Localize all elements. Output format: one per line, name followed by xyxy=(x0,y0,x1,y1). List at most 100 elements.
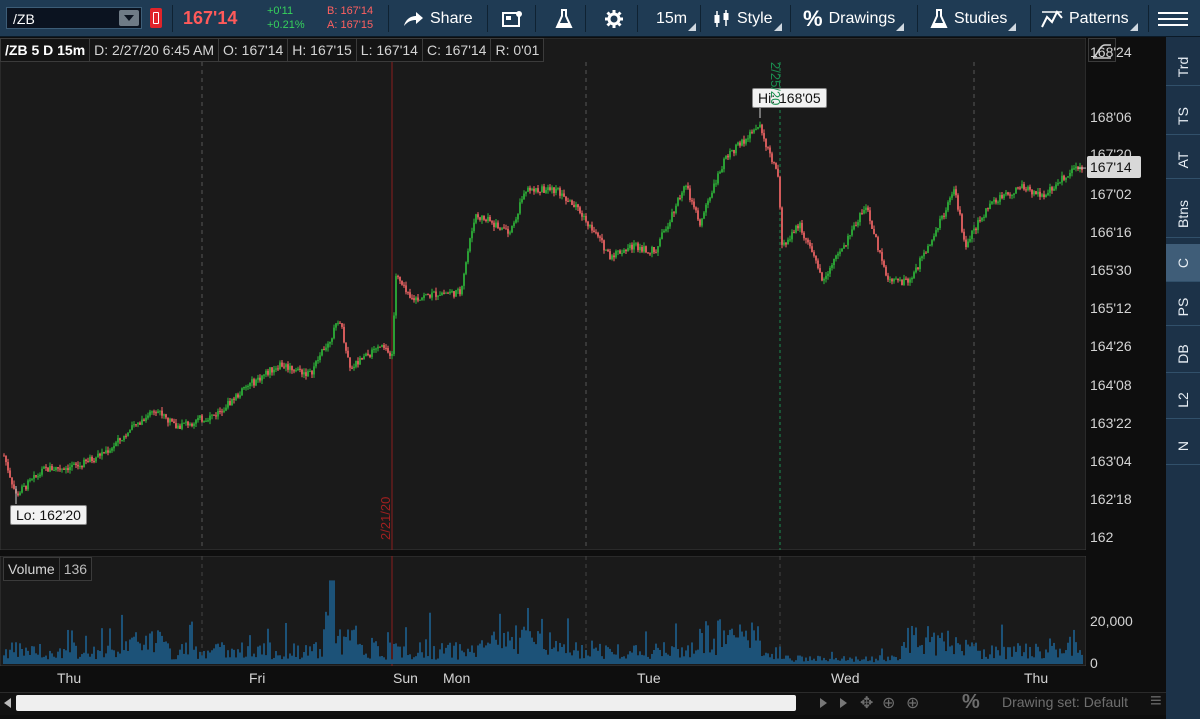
volume-bar xyxy=(395,643,397,664)
candle-body xyxy=(641,247,643,252)
tab-btns[interactable]: Btns xyxy=(1166,190,1200,238)
patterns-button[interactable]: Patterns xyxy=(1041,0,1138,37)
symbol-text: /ZB xyxy=(13,11,35,27)
volume-bar xyxy=(763,655,765,664)
hamburger-icon[interactable]: ≡ xyxy=(1150,690,1162,713)
toolbar-divider xyxy=(700,5,701,32)
candle-body xyxy=(411,297,413,299)
candle-body xyxy=(531,188,533,191)
candle-body xyxy=(399,276,401,281)
alert-icon[interactable] xyxy=(150,8,162,28)
scrollbar-thumb[interactable] xyxy=(16,695,796,711)
candle-body xyxy=(265,370,267,375)
candle-body xyxy=(1045,194,1047,198)
candle-body xyxy=(241,388,243,396)
volume-bar xyxy=(149,633,151,664)
share-button[interactable]: Share xyxy=(402,0,473,37)
volume-bar xyxy=(121,614,123,664)
tab-trd[interactable]: Trd xyxy=(1166,48,1200,86)
scroll-left-icon[interactable] xyxy=(4,698,11,708)
percent-icon[interactable]: % xyxy=(962,691,980,714)
toolbar-divider xyxy=(1148,5,1149,32)
scroll-left-end-icon[interactable] xyxy=(820,698,827,708)
settings-button[interactable] xyxy=(604,0,624,37)
zoom-icon[interactable]: ⊕ xyxy=(906,693,919,713)
candle-body xyxy=(989,203,991,210)
crosshair-icon[interactable]: ⊕ xyxy=(882,693,895,713)
symbol-dropdown-button[interactable] xyxy=(119,10,139,26)
high-callout: Hi: 168'05 xyxy=(752,88,827,108)
volume-bar xyxy=(625,658,627,664)
candle-body xyxy=(389,352,391,356)
snapshot-button[interactable] xyxy=(502,0,524,37)
tab-ps[interactable]: PS xyxy=(1166,288,1200,326)
volume-value: 136 xyxy=(59,557,93,581)
candle-body xyxy=(221,411,223,413)
candle-body xyxy=(759,124,761,128)
toolbar-divider xyxy=(917,5,918,32)
volume-bar xyxy=(1043,658,1045,664)
candle-body xyxy=(943,215,945,217)
candle-body xyxy=(21,486,23,493)
candle-body xyxy=(993,199,995,202)
volume-bar xyxy=(467,648,469,664)
drawing-set-label[interactable]: Drawing set: Default xyxy=(1002,694,1128,710)
pan-icon[interactable]: ✥ xyxy=(860,693,873,713)
candle-body xyxy=(355,361,357,367)
candle-body xyxy=(647,252,649,254)
volume-bar xyxy=(935,655,937,664)
volume-bar xyxy=(653,649,655,664)
candle-body xyxy=(471,231,473,239)
tab-db[interactable]: DB xyxy=(1166,335,1200,373)
scroll-right-icon[interactable] xyxy=(840,698,847,708)
candle-body xyxy=(309,371,311,373)
more-menu-button[interactable] xyxy=(1158,0,1188,37)
volume-bar xyxy=(397,646,399,664)
volume-bar xyxy=(123,650,125,664)
tab-l2[interactable]: L2 xyxy=(1166,381,1200,419)
volume-bar xyxy=(497,644,499,664)
volume-bar xyxy=(865,656,867,664)
candle-body xyxy=(949,197,951,203)
candle-body xyxy=(927,245,929,253)
volume-bar xyxy=(915,627,917,664)
studies-quick-button[interactable] xyxy=(555,0,573,37)
candle-body xyxy=(707,200,709,205)
volume-bar xyxy=(415,656,417,664)
tab-c[interactable]: C xyxy=(1166,244,1200,282)
volume-bar xyxy=(103,657,105,664)
tab-ts[interactable]: TS xyxy=(1166,97,1200,135)
candle-body xyxy=(431,292,433,298)
candle-body xyxy=(107,450,109,453)
price-chart[interactable] xyxy=(0,38,1086,550)
drawings-button[interactable]: % Drawings xyxy=(803,0,905,37)
volume-bar xyxy=(619,658,621,664)
volume-bar xyxy=(573,650,575,664)
volume-bar xyxy=(237,649,239,664)
candle-body xyxy=(99,453,101,456)
candle-body xyxy=(157,411,159,414)
volume-bar xyxy=(77,658,79,664)
tab-at[interactable]: AT xyxy=(1166,141,1200,179)
tab-n[interactable]: N xyxy=(1166,427,1200,465)
candle-body xyxy=(741,139,743,146)
candle-body xyxy=(953,189,955,195)
candle-body xyxy=(591,224,593,231)
timeframe-button[interactable]: 15m xyxy=(656,0,697,37)
volume-bar xyxy=(357,644,359,664)
candle-body xyxy=(797,225,799,229)
volume-bar xyxy=(981,659,983,664)
candle-body xyxy=(187,421,189,426)
candle-body xyxy=(683,186,685,193)
volume-chart[interactable] xyxy=(0,556,1086,666)
volume-bar xyxy=(227,650,229,664)
studies-button[interactable]: Studies xyxy=(930,0,1017,37)
style-button[interactable]: Style xyxy=(713,0,782,37)
candle-body xyxy=(179,425,181,429)
candle-body xyxy=(553,187,555,193)
symbol-selector[interactable]: /ZB xyxy=(6,7,142,29)
volume-bar xyxy=(7,658,9,664)
candle-body xyxy=(381,345,383,347)
volume-bar xyxy=(23,655,25,664)
candle-body xyxy=(985,208,987,217)
